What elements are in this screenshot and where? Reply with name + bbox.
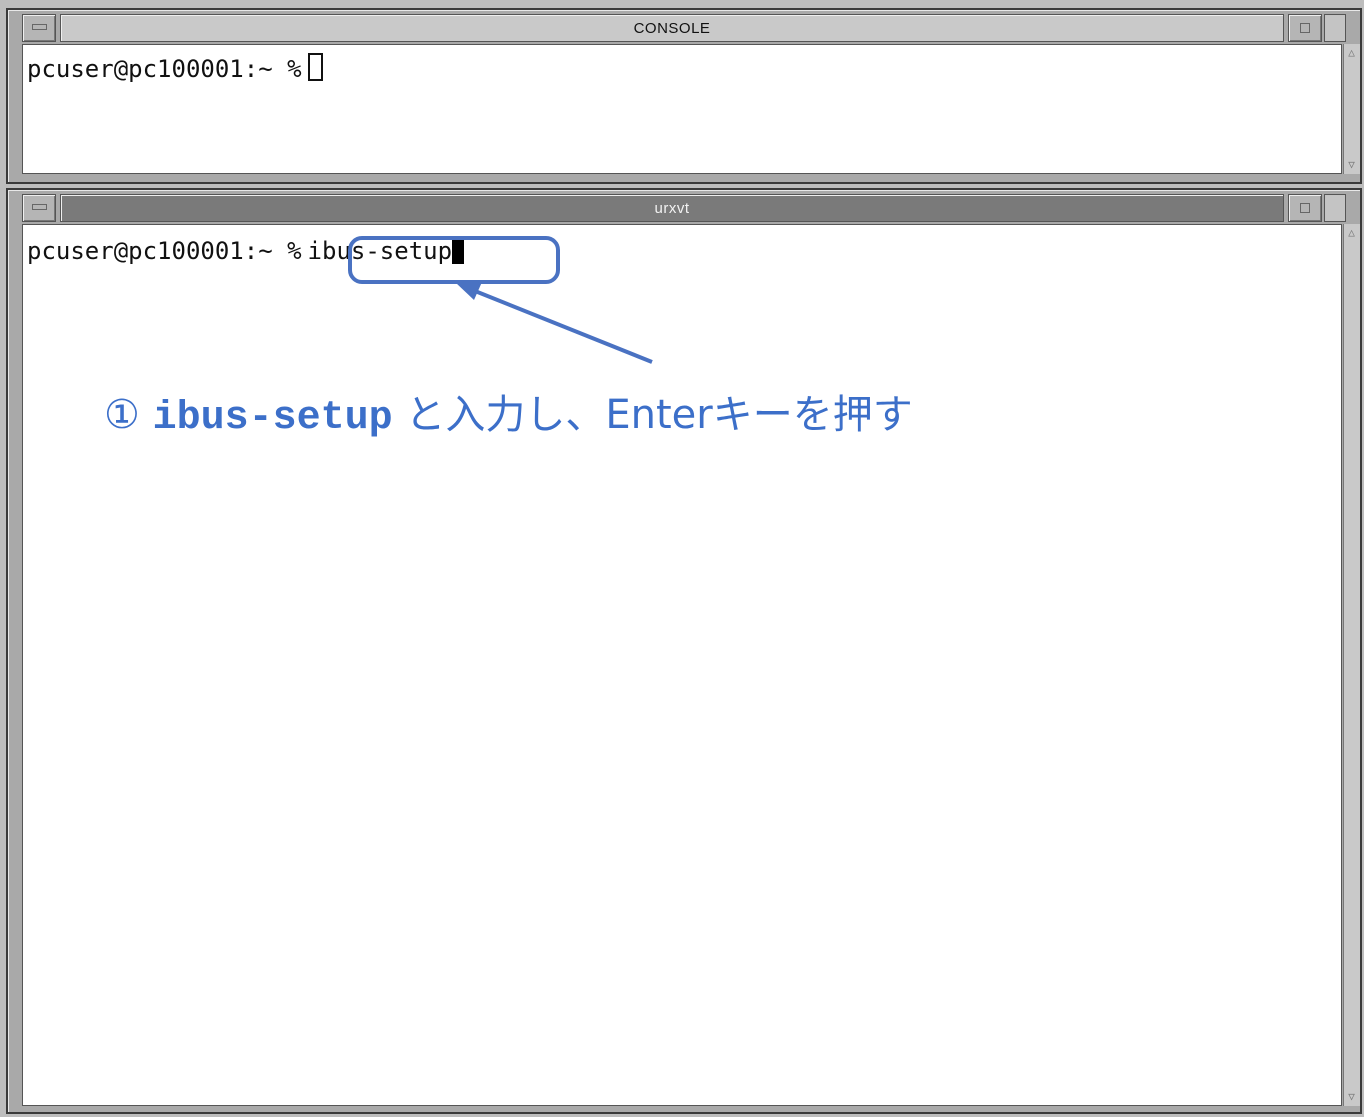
scroll-down-icon[interactable]: ▽ — [1345, 158, 1358, 172]
console-prompt-line: pcuser@pc100001:~ % — [27, 53, 323, 83]
annotation-command: ibus-setup — [152, 396, 393, 441]
maximize-icon[interactable] — [1288, 14, 1322, 42]
console-cursor — [307, 53, 323, 81]
console-title: CONSOLE — [60, 14, 1284, 42]
instruction-annotation: ① ibus-setup と入力し、Enterキーを押す — [104, 382, 913, 441]
urxvt-scrollbar[interactable]: △ ▽ — [1343, 224, 1360, 1106]
minimize-icon[interactable] — [22, 194, 56, 222]
scroll-up-icon[interactable]: △ — [1345, 46, 1358, 60]
step-number: ① — [104, 392, 140, 438]
console-prompt: pcuser@pc100001:~ % — [27, 55, 302, 83]
console-window: CONSOLE pcuser@pc100001:~ % △ ▽ — [6, 8, 1362, 184]
urxvt-window: urxvt pcuser@pc100001:~ % ibus-setup △ ▽ — [6, 188, 1362, 1114]
window-menu-button[interactable] — [1324, 14, 1346, 42]
annotation-text: と入力し、Enterキーを押す — [405, 392, 913, 438]
urxvt-terminal[interactable]: pcuser@pc100001:~ % ibus-setup — [22, 224, 1342, 1106]
window-menu-button[interactable] — [1324, 194, 1346, 222]
scroll-up-icon[interactable]: △ — [1345, 226, 1358, 240]
console-titlebar[interactable]: CONSOLE — [22, 14, 1346, 42]
urxvt-titlebar[interactable]: urxvt — [22, 194, 1346, 222]
urxvt-title: urxvt — [60, 194, 1284, 222]
command-highlight-box — [348, 236, 560, 284]
console-scrollbar[interactable]: △ ▽ — [1343, 44, 1360, 174]
minimize-icon[interactable] — [22, 14, 56, 42]
scroll-down-icon[interactable]: ▽ — [1345, 1090, 1358, 1104]
console-terminal[interactable]: pcuser@pc100001:~ % — [22, 44, 1342, 174]
urxvt-prompt: pcuser@pc100001:~ % — [27, 237, 302, 265]
maximize-icon[interactable] — [1288, 194, 1322, 222]
